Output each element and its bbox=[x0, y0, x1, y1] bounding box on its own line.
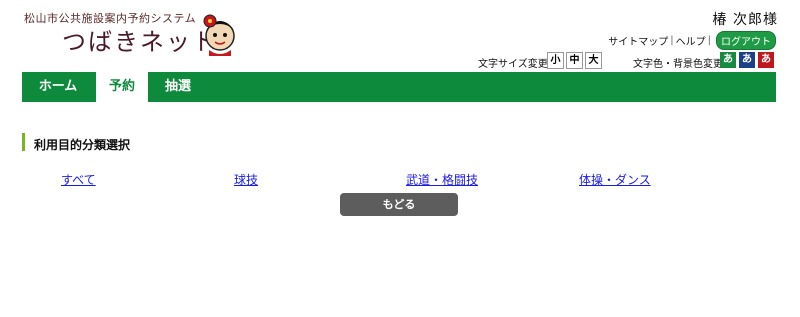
link-separator: | bbox=[670, 35, 674, 46]
help-link[interactable]: ヘルプ bbox=[676, 33, 706, 48]
logout-button[interactable]: ログアウト bbox=[716, 31, 776, 50]
section-title: 利用目的分類選択 bbox=[34, 138, 131, 152]
color-red-button[interactable]: あ bbox=[758, 52, 774, 68]
camellia-mascot-icon bbox=[203, 14, 235, 56]
user-name: 椿 次郎様 bbox=[712, 12, 778, 28]
category-link-all[interactable]: すべて bbox=[61, 171, 96, 188]
back-button[interactable]: もどる bbox=[340, 193, 458, 216]
color-blue-button[interactable]: あ bbox=[739, 52, 755, 68]
category-link-martial-arts[interactable]: 武道・格闘技 bbox=[406, 171, 478, 188]
link-separator: | bbox=[707, 35, 711, 46]
color-change-label: 文字色・背景色変更 bbox=[633, 59, 723, 70]
color-green-button[interactable]: あ bbox=[720, 52, 736, 68]
sitemap-link[interactable]: サイトマップ bbox=[608, 33, 668, 48]
font-small-button[interactable]: 小 bbox=[547, 52, 564, 69]
tab-reserve[interactable]: 予約 bbox=[96, 72, 148, 106]
font-large-button[interactable]: 大 bbox=[585, 52, 602, 69]
tab-home[interactable]: ホーム bbox=[22, 72, 94, 102]
category-link-gymnastics-dance[interactable]: 体操・ダンス bbox=[579, 171, 651, 188]
section-accent-bar bbox=[22, 133, 25, 151]
tab-lottery[interactable]: 抽選 bbox=[152, 72, 204, 102]
category-link-ball-sports[interactable]: 球技 bbox=[234, 171, 258, 188]
font-medium-button[interactable]: 中 bbox=[566, 52, 583, 69]
site-logo-text[interactable]: つばきネット bbox=[62, 22, 218, 57]
font-size-label: 文字サイズ変更 bbox=[478, 59, 548, 70]
utility-links: サイトマップ | ヘルプ | ログアウト bbox=[608, 31, 776, 50]
main-nav: ホーム 予約 抽選 bbox=[22, 72, 776, 106]
